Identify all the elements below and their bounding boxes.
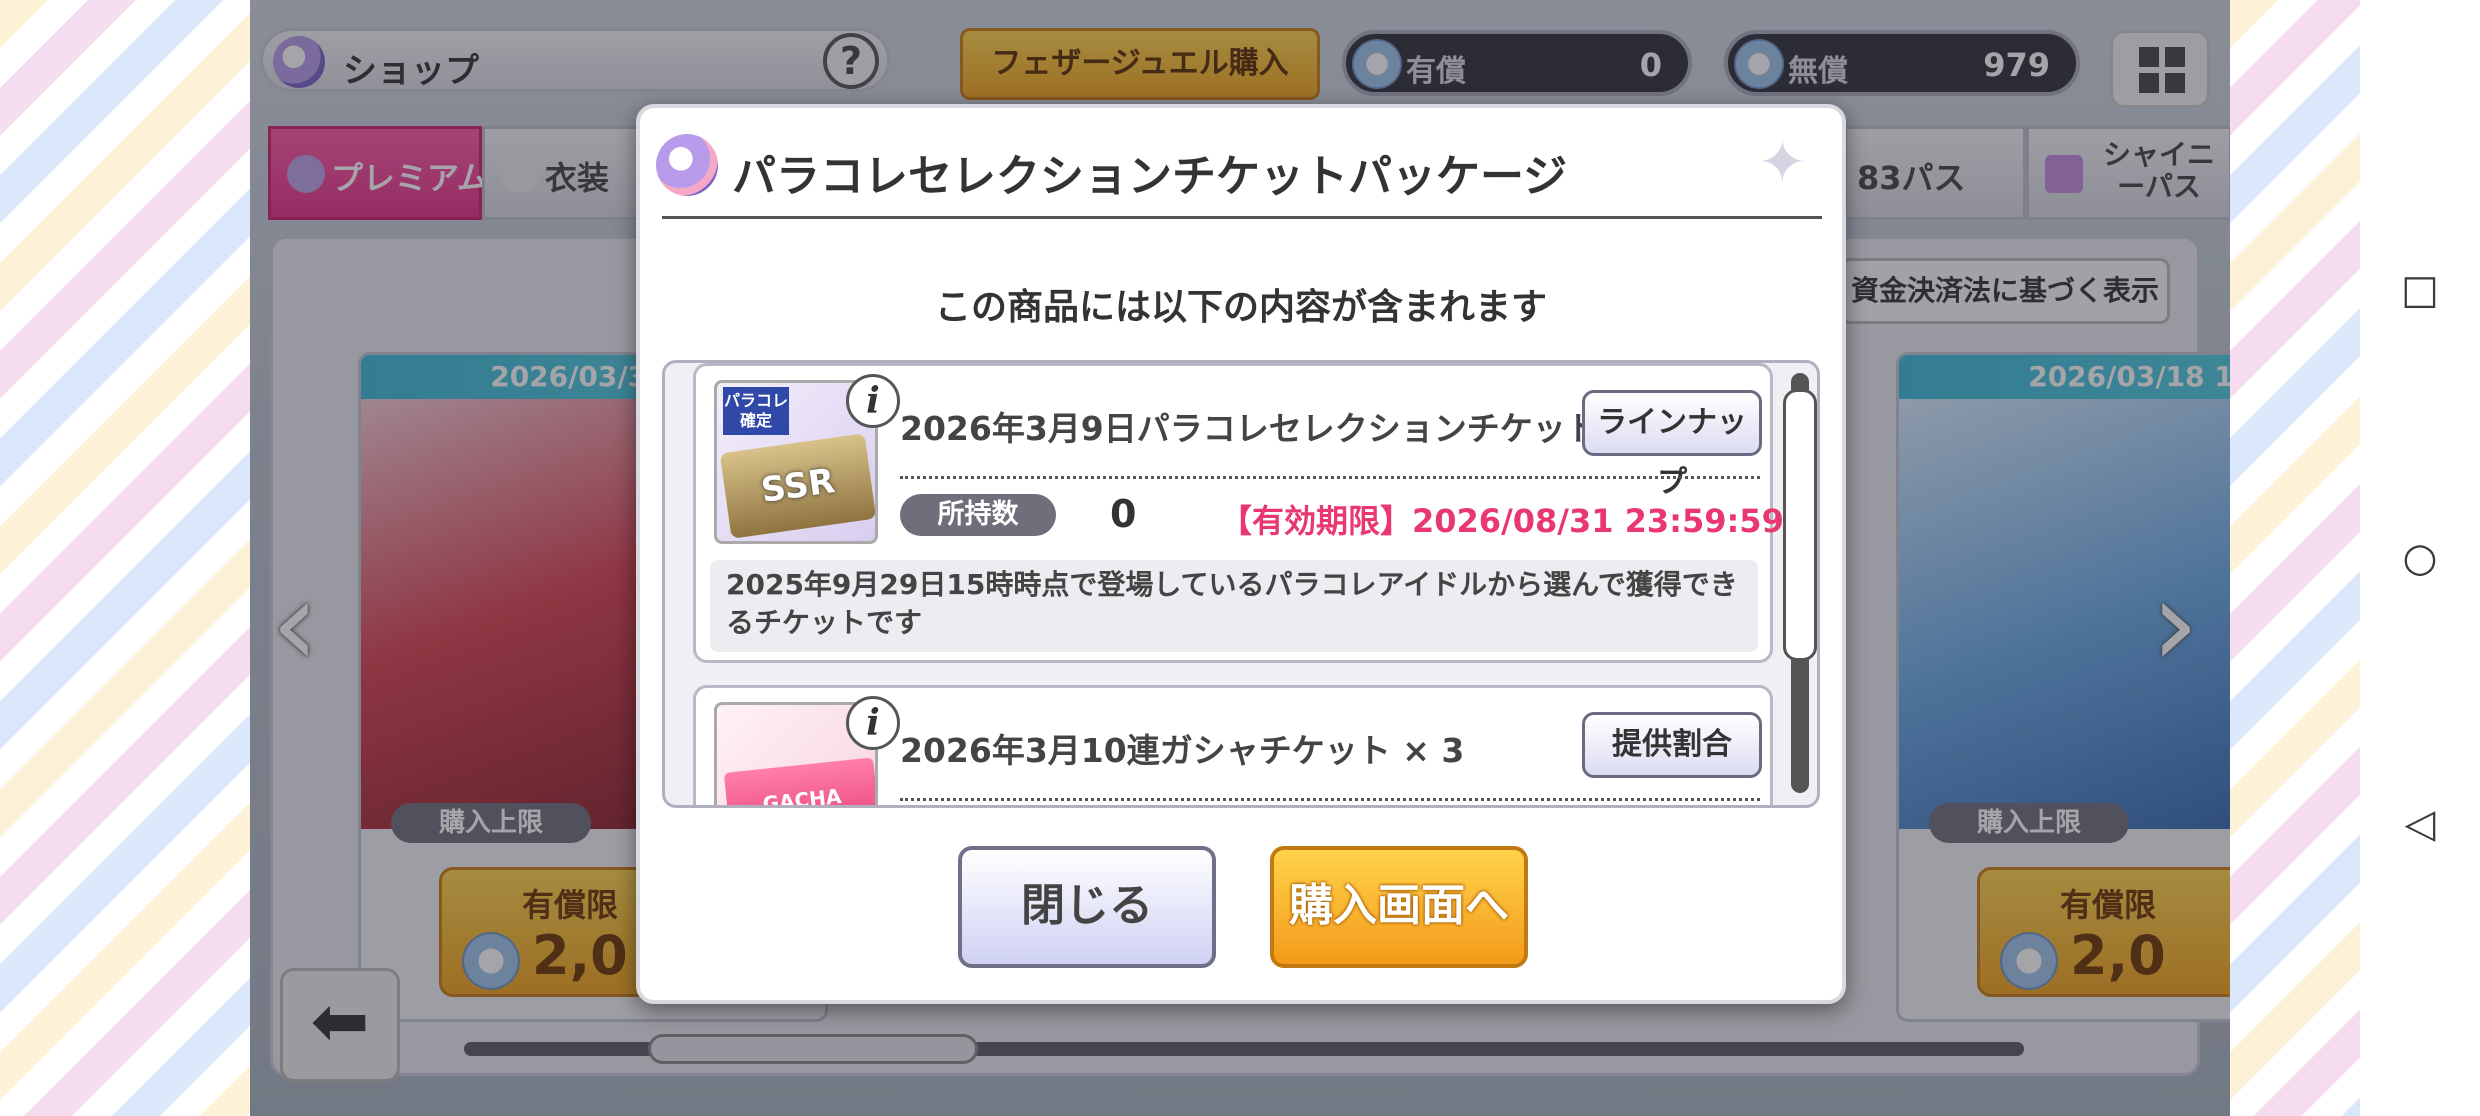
expiry-text: 【有効期限】2026/08/31 23:59:59 [1220, 502, 1784, 540]
home-button[interactable]: ○ [2398, 536, 2442, 580]
title-divider [662, 216, 1822, 219]
gacha-ticket-plate: GACHA TICKET 10連 [723, 757, 875, 805]
item-name: 2026年3月9日パラコレセレクションチケット × 1 [900, 409, 1673, 448]
drop-rate-button[interactable]: 提供割合 [1582, 712, 1762, 778]
owned-label: 所持数 [900, 494, 1056, 536]
decorative-stripes-left [0, 0, 250, 1116]
contents-list[interactable]: パラコレ 確定 SSR i 2026年3月9日パラコレセレクションチケット × … [662, 360, 1820, 808]
vertical-scroll-thumb[interactable] [1783, 389, 1817, 661]
close-button[interactable]: 閉じる [958, 846, 1216, 968]
decorative-stripes-right [2230, 0, 2360, 1116]
list-item: パラコレ 確定 SSR i 2026年3月9日パラコレセレクションチケット × … [693, 363, 1784, 663]
dotted-divider [900, 476, 1760, 479]
package-icon [656, 134, 718, 196]
info-icon[interactable]: i [846, 696, 900, 750]
item-description: 2025年9月29日15時時点で登場しているパラコレアイドルから選んで獲得できる… [710, 560, 1758, 652]
list-item: GACHA TICKET 10連 i 2026年3月10連ガシャチケット × 3… [693, 685, 1773, 805]
package-contents-dialog: パラコレセレクションチケットパッケージ ✦ この商品には以下の内容が含まれます … [636, 104, 1846, 1004]
android-navigation-bar: □ ○ ◁ [2360, 0, 2480, 1116]
info-icon[interactable]: i [846, 374, 900, 428]
owned-value: 0 [1110, 492, 1137, 536]
back-nav-button[interactable]: ◁ [2398, 802, 2442, 846]
sparkle-icon: ✦ [1758, 128, 1807, 196]
dotted-divider [900, 798, 1760, 801]
confirmed-badge: パラコレ 確定 [723, 387, 789, 435]
dialog-subtitle: この商品には以下の内容が含まれます [934, 287, 1547, 328]
recents-button[interactable]: □ [2398, 268, 2442, 312]
lineup-button[interactable]: ラインナップ [1582, 390, 1762, 500]
dialog-title: パラコレセレクションチケットパッケージ [732, 151, 1568, 202]
item-name: 2026年3月10連ガシャチケット × 3 [900, 731, 1465, 770]
go-to-purchase-button[interactable]: 購入画面へ [1270, 846, 1528, 968]
ssr-plate: SSR [719, 433, 875, 539]
